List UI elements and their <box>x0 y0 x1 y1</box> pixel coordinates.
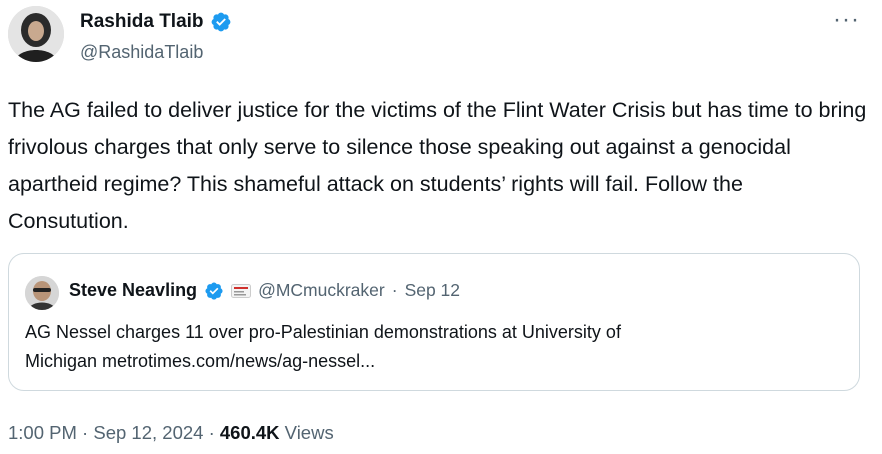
author-name[interactable]: Rashida Tlaib <box>80 10 204 34</box>
tweet-card: Rashida Tlaib @RashidaTlaib ··· The AG f… <box>0 0 882 454</box>
views-label: Views <box>279 422 334 443</box>
quoted-header: Steve Neavling @MCmuckraker · Sep 12 <box>69 280 460 301</box>
tweet-date[interactable]: Sep 12, 2024 <box>93 422 203 443</box>
meta-separator: · <box>76 422 94 443</box>
quoted-date[interactable]: Sep 12 <box>405 280 460 301</box>
tweet-time[interactable]: 1:00 PM <box>8 422 77 443</box>
quoted-author-avatar[interactable] <box>25 276 59 310</box>
tweet-text: The AG failed to deliver justice for the… <box>8 98 867 233</box>
author-handle[interactable]: @RashidaTlaib <box>80 42 203 63</box>
author-avatar[interactable] <box>8 6 64 62</box>
quoted-separator: · <box>391 280 398 300</box>
verified-badge-icon[interactable] <box>204 281 224 301</box>
verified-badge-icon[interactable] <box>210 11 232 33</box>
meta-separator: · <box>203 422 220 443</box>
quoted-tweet[interactable]: Steve Neavling @MCmuckraker · Sep 12 AG … <box>8 253 860 391</box>
affiliation-badge-icon[interactable] <box>231 283 252 298</box>
quoted-author-name[interactable]: Steve Neavling <box>69 280 197 301</box>
author-name-row: Rashida Tlaib <box>80 10 232 34</box>
more-options-icon[interactable]: ··· <box>833 8 860 32</box>
quoted-text-line: AG Nessel charges 11 over pro-Palestinia… <box>25 322 621 342</box>
quoted-text: AG Nessel charges 11 over pro-Palestinia… <box>25 318 845 376</box>
views-count: 460.4K <box>219 422 280 443</box>
quoted-author-handle[interactable]: @MCmuckraker <box>258 280 385 301</box>
quoted-text-line: Michigan metrotimes.com/news/ag-nessel..… <box>25 351 376 371</box>
tweet-meta: 1:00 PM · Sep 12, 2024 · 460.4K Views <box>8 422 334 444</box>
